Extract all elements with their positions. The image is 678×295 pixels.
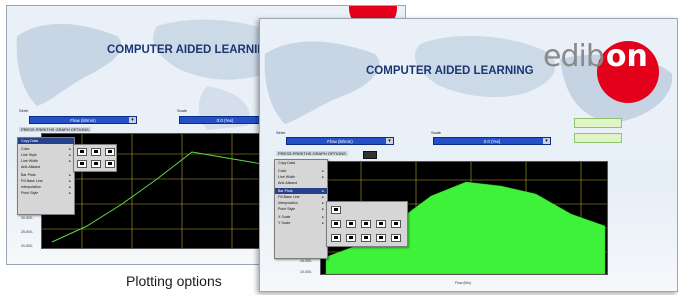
scale-dropdown-value: 0.0 (%s)	[216, 118, 234, 123]
menu-item-anti-aliased[interactable]: Anti-Aliased	[18, 164, 74, 170]
scale-dropdown-value: 0.0 (%s)	[483, 139, 501, 144]
graph-options-caption: PRESS PRIRITHS GRAPH OPTIONS	[19, 127, 91, 132]
menu-item-label: Point Style	[278, 207, 296, 211]
graph-options-toggle[interactable]	[363, 151, 377, 159]
fill-option[interactable]	[391, 220, 401, 228]
line-style-option[interactable]	[77, 160, 87, 168]
brand-logo: edibon	[543, 39, 648, 74]
fill-option[interactable]	[391, 234, 401, 242]
fill-option[interactable]	[346, 220, 356, 228]
fill-option[interactable]	[376, 234, 386, 242]
fill-option[interactable]	[376, 220, 386, 228]
line-style-submenu[interactable]	[73, 144, 117, 172]
menu-item-label: Y Scale	[278, 221, 291, 225]
menu-item-label: Interpolation	[278, 201, 298, 205]
figure-caption: Plotting options	[126, 273, 222, 289]
y-tick: 20.000-	[21, 244, 33, 248]
menu-item-label: Bar Plots	[21, 173, 36, 177]
line-style-option[interactable]	[77, 148, 87, 156]
serie-label: Serie	[276, 130, 286, 135]
line-style-option[interactable]	[105, 148, 115, 156]
menu-item-y-scale[interactable]: Y Scale ▸	[275, 220, 327, 226]
page-title: COMPUTER AIDED LEARNING	[366, 65, 534, 77]
menu-item-label: Bar Plots	[278, 189, 293, 193]
chevron-down-icon: ▾	[129, 117, 136, 123]
y-tick: 30.000-	[21, 216, 33, 220]
menu-item-label: Line Width	[278, 175, 295, 179]
menu-item-label: Color	[21, 147, 30, 151]
context-menu[interactable]: Copy Data Color ▸ Line Width ▸ Anti-Aliase…	[274, 159, 328, 259]
serie-dropdown-value: Flow (lit/min)	[70, 118, 96, 123]
menu-item-point-style[interactable]: Point Style ▸	[275, 206, 327, 212]
fill-option[interactable]	[346, 234, 356, 242]
serie-label: Serie	[19, 108, 29, 113]
logo-text-prefix: edib	[543, 39, 605, 74]
y-tick: 10.000-	[300, 270, 312, 274]
scale-dropdown[interactable]: 0.0 (%s) ▾	[179, 116, 271, 124]
graph-options-caption: PRESS PRIRITHS GRAPH OPTIONS	[276, 151, 348, 156]
menu-item-copy-data[interactable]: Copy Data	[275, 160, 327, 166]
serie-dropdown[interactable]: Flow (lit/min) ▾	[29, 116, 137, 124]
logo-text-suffix: on	[605, 39, 648, 74]
fill-option[interactable]	[331, 220, 341, 228]
front-screenshot: COMPUTER AIDED LEARNING edibon Serie Flo…	[259, 18, 678, 292]
line-style-option[interactable]	[91, 160, 101, 168]
submenu-arrow-icon: ▸	[322, 207, 324, 211]
chevron-down-icon: ▾	[386, 138, 393, 144]
menu-item-label: Line Width	[21, 159, 38, 163]
x-axis-label: Flow (lit/s)	[455, 281, 471, 285]
serie-dropdown[interactable]: Flow (lit/min) ▾	[286, 137, 394, 145]
fill-base-line-submenu[interactable]	[326, 201, 408, 247]
menu-item-label: X Scale	[278, 215, 291, 219]
menu-item-label: Point Style	[21, 191, 39, 195]
fill-option[interactable]	[361, 220, 371, 228]
submenu-arrow-icon: ▸	[69, 191, 71, 195]
scale-label: Scale	[177, 108, 188, 113]
fill-option[interactable]	[331, 206, 341, 214]
green-action-button[interactable]	[574, 118, 622, 128]
y-tick: 15.000-	[300, 259, 312, 263]
submenu-arrow-icon: ▸	[322, 221, 324, 225]
fill-option[interactable]	[331, 234, 341, 242]
menu-item-label: Interpolation	[21, 185, 41, 189]
chevron-down-icon: ▾	[543, 138, 550, 144]
serie-dropdown-value: Flow (lit/min)	[327, 139, 353, 144]
context-menu[interactable]: Copy Data Color ▸ Line Style ▸ Line Width ▸…	[17, 137, 75, 215]
menu-item-anti-aliased[interactable]: Anti-Aliased	[275, 180, 327, 186]
y-tick: 25.000-	[21, 230, 33, 234]
menu-item-label: Line Style	[21, 153, 37, 157]
fill-option[interactable]	[361, 234, 371, 242]
page-title: COMPUTER AIDED LEARNING	[107, 44, 275, 56]
line-style-option[interactable]	[105, 160, 115, 168]
menu-item-label: Color	[278, 169, 287, 173]
menu-item-label: Fill Base Line	[278, 195, 300, 199]
scale-dropdown[interactable]: 0.0 (%s) ▾	[433, 137, 551, 145]
line-style-option[interactable]	[91, 148, 101, 156]
scale-label: Scale	[431, 130, 442, 135]
green-action-button[interactable]	[574, 133, 622, 143]
menu-item-copy-data[interactable]: Copy Data	[18, 138, 74, 144]
menu-item-point-style[interactable]: Point Style ▸	[18, 190, 74, 196]
menu-item-label: Fill Base Line	[21, 179, 43, 183]
